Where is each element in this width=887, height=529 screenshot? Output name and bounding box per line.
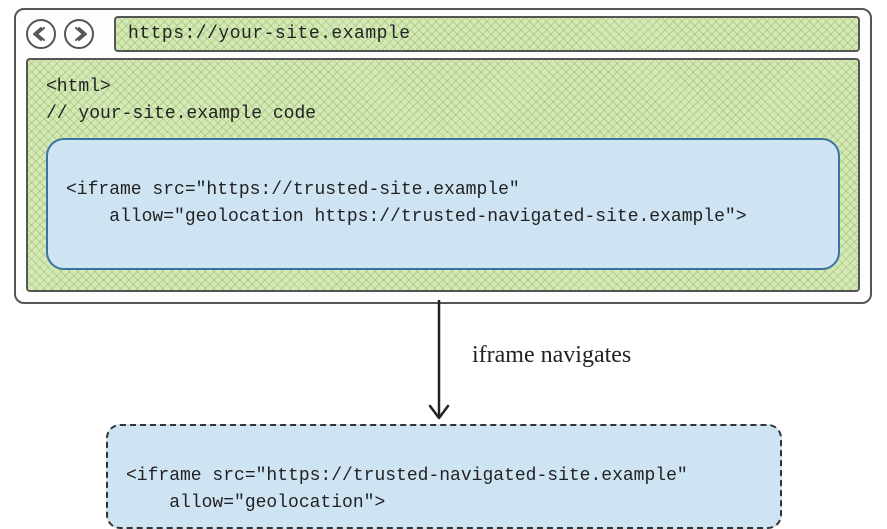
iframe-original-box: <iframe src="https://trusted-site.exampl… bbox=[46, 138, 840, 270]
arrow-down-icon bbox=[424, 300, 454, 428]
browser-window: https://your-site.example <html> // your… bbox=[14, 8, 872, 304]
page-content-area: <html> // your-site.example code <iframe… bbox=[26, 58, 860, 292]
forward-button[interactable] bbox=[64, 19, 94, 49]
back-icon bbox=[33, 27, 49, 41]
page-code-line-1: <html> bbox=[46, 74, 840, 101]
back-button[interactable] bbox=[26, 19, 56, 49]
iframe-original-line-2: allow="geolocation https://trusted-navig… bbox=[66, 207, 747, 227]
address-url: https://your-site.example bbox=[128, 24, 411, 44]
navigation-arrow-area: iframe navigates bbox=[14, 304, 872, 424]
forward-icon bbox=[71, 27, 87, 41]
browser-toolbar: https://your-site.example bbox=[16, 10, 870, 58]
iframe-original-line-1: <iframe src="https://trusted-site.exampl… bbox=[66, 180, 520, 200]
address-bar[interactable]: https://your-site.example bbox=[114, 16, 860, 52]
arrow-label: iframe navigates bbox=[472, 342, 631, 369]
iframe-navigated-box: <iframe src="https://trusted-navigated-s… bbox=[106, 424, 782, 529]
iframe-navigated-line-1: <iframe src="https://trusted-navigated-s… bbox=[126, 466, 688, 486]
iframe-navigated-line-2: allow="geolocation"> bbox=[126, 493, 385, 513]
page-code-line-2: // your-site.example code bbox=[46, 101, 840, 128]
